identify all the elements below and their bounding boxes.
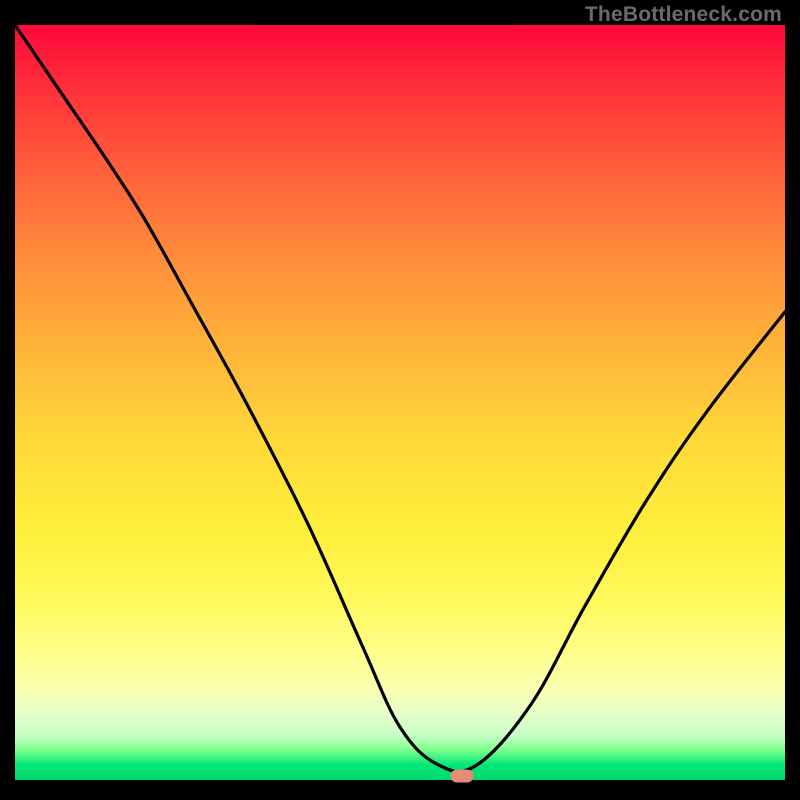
chart-container: TheBottleneck.com <box>0 0 800 800</box>
bottleneck-curve <box>15 25 785 772</box>
curve-svg <box>15 25 785 780</box>
plot-area <box>15 25 785 780</box>
attribution-label: TheBottleneck.com <box>585 3 782 27</box>
optimal-marker <box>450 770 473 783</box>
